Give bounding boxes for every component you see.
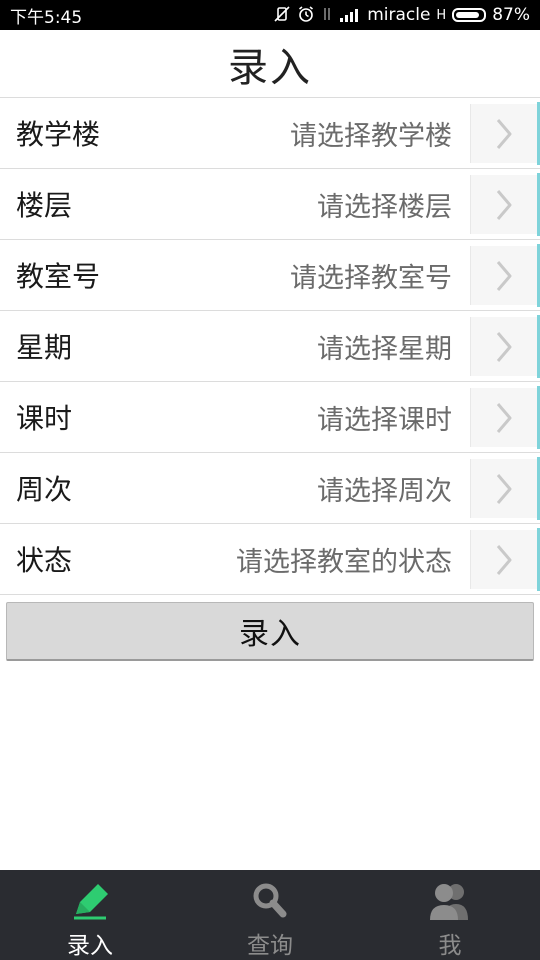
battery-percent: 87%: [492, 5, 530, 25]
nav-item-entry[interactable]: 录入: [0, 870, 180, 960]
nav-label-me: 我: [438, 933, 462, 959]
vibrate-off-icon: [273, 5, 291, 26]
chevron-right-icon[interactable]: [470, 104, 537, 163]
entry-form: 教学楼 请选择教学楼楼层 请选择楼层教室号 请选择教室号星期 请选择星期课时 请选择课时周…: [0, 98, 540, 595]
row-select-value[interactable]: 请选择教室的状态: [236, 540, 452, 579]
status-bar: 下午5:45 miracle H 87%: [0, 0, 540, 30]
row-label: 教室号: [16, 260, 101, 293]
network-type: H: [436, 7, 447, 23]
chevron-right-icon[interactable]: [470, 459, 537, 518]
row-select-value[interactable]: 请选择星期: [317, 327, 452, 366]
form-row[interactable]: 星期 请选择星期: [0, 311, 540, 382]
form-row[interactable]: 教室号 请选择教室号: [0, 240, 540, 311]
row-select-value[interactable]: 请选择教室号: [290, 256, 452, 295]
search-icon: [246, 878, 294, 924]
data-transfer-icon: [321, 5, 333, 26]
row-label: 星期: [16, 331, 73, 364]
form-row[interactable]: 楼层 请选择楼层: [0, 169, 540, 240]
bottom-nav: 录入 查询 我: [0, 870, 540, 960]
status-time: 下午5:45: [10, 7, 83, 28]
chevron-right-icon[interactable]: [470, 246, 537, 305]
nav-label-entry: 录入: [67, 933, 113, 959]
row-label: 状态: [16, 544, 73, 577]
row-select-value[interactable]: 请选择楼层: [317, 185, 452, 224]
row-label: 楼层: [16, 189, 73, 222]
row-select-value[interactable]: 请选择教学楼: [290, 114, 452, 153]
form-row[interactable]: 状态 请选择教室的状态: [0, 524, 540, 595]
chevron-right-icon[interactable]: [470, 530, 537, 589]
pencil-icon: [66, 878, 114, 924]
signal-icon: [339, 6, 361, 25]
chevron-right-icon[interactable]: [470, 317, 537, 376]
submit-button[interactable]: 录入: [6, 602, 534, 661]
page-title: 录入: [0, 30, 540, 98]
chevron-right-icon[interactable]: [470, 388, 537, 447]
row-select-value[interactable]: 请选择课时: [317, 398, 452, 437]
form-row[interactable]: 周次 请选择周次: [0, 453, 540, 524]
status-icons: miracle H 87%: [273, 5, 540, 26]
users-icon: [426, 878, 474, 924]
form-row[interactable]: 课时 请选择课时: [0, 382, 540, 453]
alarm-icon: [297, 5, 315, 26]
battery-fill: [456, 12, 480, 18]
row-label: 教学楼: [16, 118, 101, 151]
nav-item-me[interactable]: 我: [360, 870, 540, 960]
nav-label-query: 查询: [247, 933, 293, 959]
row-select-value[interactable]: 请选择周次: [317, 469, 452, 508]
form-row[interactable]: 教学楼 请选择教学楼: [0, 98, 540, 169]
carrier-name: miracle: [367, 5, 431, 25]
chevron-right-icon[interactable]: [470, 175, 537, 234]
row-label: 周次: [16, 473, 73, 506]
row-label: 课时: [16, 402, 73, 435]
nav-item-query[interactable]: 查询: [180, 870, 360, 960]
battery-icon: [452, 8, 487, 22]
